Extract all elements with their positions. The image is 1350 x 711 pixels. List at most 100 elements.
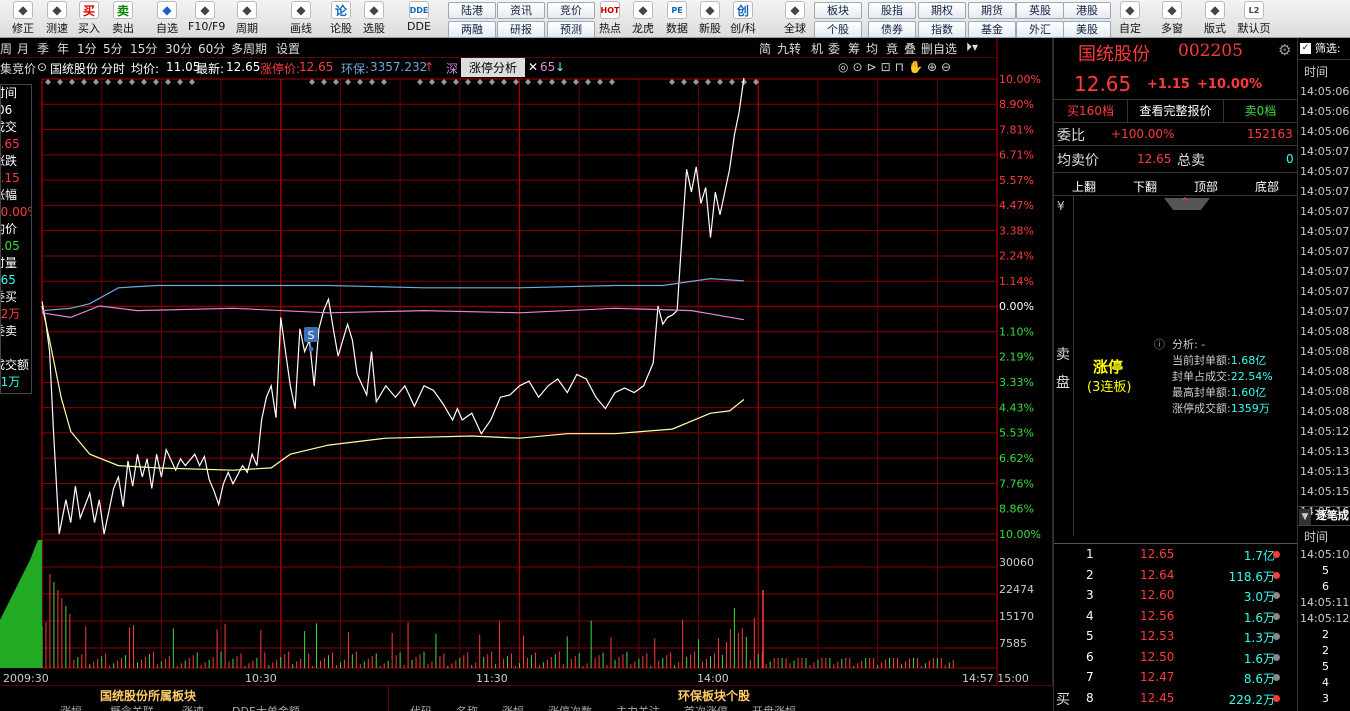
y-axis-label: 7.81% xyxy=(999,123,1034,136)
column-header[interactable]: 主力关注 xyxy=(616,705,660,711)
event-marker[interactable] xyxy=(69,79,75,85)
chevron-up-icon[interactable]: ⌃ xyxy=(1180,195,1190,209)
tick-time: 14:05:07 xyxy=(1298,202,1350,222)
event-marker[interactable] xyxy=(573,79,579,85)
event-marker[interactable] xyxy=(561,79,567,85)
event-marker[interactable] xyxy=(717,79,723,85)
column-header[interactable]: 涨幅 xyxy=(60,705,82,711)
event-marker[interactable] xyxy=(117,79,123,85)
event-marker[interactable] xyxy=(441,79,447,85)
event-marker[interactable] xyxy=(189,79,195,85)
event-marker[interactable] xyxy=(429,79,435,85)
tick-time: 14:05:08 xyxy=(1298,382,1350,402)
nav-button[interactable]: 顶部 xyxy=(1194,178,1218,195)
wb-value: +100.00% xyxy=(1111,127,1174,141)
event-marker[interactable] xyxy=(453,79,459,85)
event-marker[interactable] xyxy=(417,79,423,85)
event-marker[interactable] xyxy=(165,79,171,85)
event-marker[interactable] xyxy=(177,79,183,85)
toolbar-group-button[interactable]: 美股 xyxy=(1063,21,1111,38)
event-marker[interactable] xyxy=(525,79,531,85)
event-marker[interactable] xyxy=(105,79,111,85)
event-marker[interactable] xyxy=(381,79,387,85)
buy-depth-tab[interactable]: 买160档 xyxy=(1054,100,1128,122)
event-marker[interactable] xyxy=(45,79,51,85)
full-quote-tab[interactable]: 查看完整报价 xyxy=(1128,100,1224,122)
limit-stat-row: 最高封单额:1.60亿 xyxy=(1172,384,1297,400)
column-header[interactable]: 名称 xyxy=(456,705,478,711)
event-marker[interactable] xyxy=(585,79,591,85)
limit-stat-row: 涨停成交额:1359万 xyxy=(1172,400,1297,416)
column-header[interactable]: 开盘涨幅 xyxy=(752,705,796,711)
toolbar-multiwin-button[interactable]: ◆ 多窗 xyxy=(1155,0,1189,38)
level-volume: 1.6万 xyxy=(1244,609,1275,626)
column-header[interactable]: DDE大单金额 xyxy=(232,705,300,711)
event-marker[interactable] xyxy=(501,79,507,85)
order-book-row[interactable]: 4 12.56 1.6万 xyxy=(1054,606,1297,627)
event-marker[interactable] xyxy=(129,79,135,85)
event-marker[interactable] xyxy=(549,79,555,85)
tick-time: 14:05:07 xyxy=(1298,242,1350,262)
buy-label: 买 xyxy=(1056,689,1070,709)
tick2-list: 14:05:10 5 6 14:05:11 14:05:12 2 2 5 4 3 xyxy=(1298,548,1350,708)
tick-time: 14:05:06 xyxy=(1298,122,1350,142)
event-marker[interactable] xyxy=(681,79,687,85)
order-book-row[interactable]: 3 12.60 3.0万 xyxy=(1054,585,1297,606)
event-marker[interactable] xyxy=(669,79,675,85)
y-axis-label: 5.53% xyxy=(999,427,1034,440)
column-header[interactable]: 涨速 xyxy=(182,705,204,711)
event-marker[interactable] xyxy=(729,79,735,85)
column-header[interactable]: 涨幅 xyxy=(502,705,524,711)
event-marker[interactable] xyxy=(141,79,147,85)
event-marker[interactable] xyxy=(153,79,159,85)
event-marker[interactable] xyxy=(369,79,375,85)
event-marker[interactable] xyxy=(477,79,483,85)
event-marker[interactable] xyxy=(309,79,315,85)
toolbar-default-button[interactable]: L2 默认页 xyxy=(1237,0,1271,38)
order-book-row[interactable]: 7 12.47 8.6万 xyxy=(1054,667,1297,688)
event-marker[interactable] xyxy=(93,79,99,85)
event-marker[interactable] xyxy=(609,79,615,85)
y-axis-label: 3.33% xyxy=(999,376,1034,389)
event-marker[interactable] xyxy=(513,79,519,85)
column-header[interactable]: 代码 xyxy=(410,705,432,711)
dropdown-icon[interactable]: ▼ xyxy=(1299,509,1311,525)
y-axis-label: 8.86% xyxy=(999,503,1034,516)
column-header[interactable]: 首次涨停 xyxy=(684,705,728,711)
tick-time: 14:05:13 xyxy=(1298,442,1350,462)
event-marker[interactable] xyxy=(705,79,711,85)
sector-title: 国统股份所属板块 xyxy=(100,687,196,704)
nav-button[interactable]: 下翻 xyxy=(1133,178,1157,195)
event-marker[interactable] xyxy=(489,79,495,85)
sell-depth-tab[interactable]: 卖0档 xyxy=(1224,100,1297,122)
event-marker[interactable] xyxy=(537,79,543,85)
crosshair-value: 81万 xyxy=(0,374,31,391)
order-book-row[interactable]: 2 12.64 118.6万 xyxy=(1054,565,1297,586)
event-marker[interactable] xyxy=(345,79,351,85)
column-header[interactable]: 涨停次数 xyxy=(548,705,592,711)
order-book-row[interactable]: 8 12.45 229.2万 xyxy=(1054,688,1297,709)
avg-sell-value: 12.65 xyxy=(1137,152,1171,166)
toolbar-group-button[interactable]: 港股 xyxy=(1063,2,1111,19)
volume-axis-label: 22474 xyxy=(999,583,1034,596)
event-marker[interactable] xyxy=(597,79,603,85)
crosshair-value: 委买 xyxy=(0,289,31,306)
event-marker[interactable] xyxy=(57,79,63,85)
gear-icon[interactable]: ⚙ xyxy=(1278,41,1291,59)
event-marker[interactable] xyxy=(321,79,327,85)
event-marker[interactable] xyxy=(333,79,339,85)
order-book-row[interactable]: 6 12.50 1.6万 xyxy=(1054,647,1297,668)
y-axis-label: 4.43% xyxy=(999,401,1034,414)
order-book-row[interactable]: 5 12.53 1.3万 xyxy=(1054,626,1297,647)
toolbar-custom-button[interactable]: ◆ 自定 xyxy=(1113,0,1147,38)
order-book-row[interactable]: 1 12.65 1.7亿 xyxy=(1054,544,1297,565)
limit-stat-key: 封单占成交: xyxy=(1172,370,1231,383)
event-marker[interactable] xyxy=(465,79,471,85)
event-marker[interactable] xyxy=(81,79,87,85)
toolbar-layout-button[interactable]: ◆ 版式 xyxy=(1198,0,1232,38)
event-marker[interactable] xyxy=(357,79,363,85)
column-header[interactable]: 概念关联 xyxy=(110,705,154,711)
nav-button[interactable]: 底部 xyxy=(1255,178,1279,195)
nav-button[interactable]: 上翻 xyxy=(1072,178,1096,195)
filter-checkbox[interactable]: ✓ xyxy=(1300,43,1311,54)
